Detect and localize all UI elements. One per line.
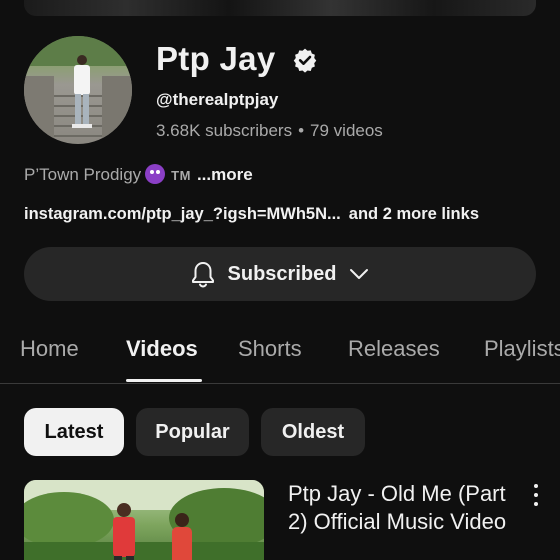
channel-handle: @therealptpjay	[156, 90, 279, 109]
filter-chip-oldest[interactable]: Oldest	[261, 408, 365, 456]
subscribed-button[interactable]: Subscribed	[24, 247, 536, 301]
video-thumbnail[interactable]	[24, 480, 264, 560]
verified-badge-icon	[293, 48, 317, 73]
channel-stats: 3.68K subscribers • 79 videos	[156, 121, 383, 141]
more-links[interactable]: and 2 more links	[349, 205, 479, 223]
stats-separator: •	[298, 121, 305, 140]
more-link[interactable]: ...more	[197, 165, 253, 184]
tab-releases[interactable]: Releases	[348, 336, 440, 362]
channel-banner[interactable]	[24, 0, 536, 16]
channel-tabs: Home Videos Shorts Releases Playlists	[0, 322, 560, 384]
channel-links[interactable]: instagram.com/ptp_jay_?igsh=MWh5N... and …	[24, 205, 479, 224]
subscribed-label: Subscribed	[227, 262, 337, 285]
subscriber-count: 3.68K subscribers	[156, 121, 293, 140]
instagram-link[interactable]: instagram.com/ptp_jay_?igsh=MWh5N...	[24, 205, 341, 223]
channel-avatar[interactable]	[24, 36, 132, 144]
filter-chip-popular[interactable]: Popular	[136, 408, 249, 456]
chevron-down-icon	[350, 269, 369, 279]
active-tab-indicator	[126, 379, 202, 382]
filter-chip-latest[interactable]: Latest	[24, 408, 124, 456]
channel-name: Ptp Jay	[156, 40, 276, 77]
smiling-devil-emoji-icon	[145, 164, 166, 184]
trademark-text: TM	[171, 168, 191, 183]
video-title[interactable]: Ptp Jay - Old Me (Part 2) Official Music…	[288, 480, 508, 536]
more-vert-icon[interactable]	[530, 484, 542, 506]
tab-home[interactable]: Home	[20, 336, 79, 362]
channel-description[interactable]: P’Town Prodigy TM ...more	[24, 164, 253, 185]
bell-icon	[191, 262, 214, 288]
tab-shorts[interactable]: Shorts	[238, 336, 302, 362]
description-text: P’Town Prodigy	[24, 165, 142, 184]
tab-playlists[interactable]: Playlists	[484, 336, 560, 362]
tab-videos[interactable]: Videos	[126, 336, 198, 362]
video-count: 79 videos	[310, 121, 383, 140]
